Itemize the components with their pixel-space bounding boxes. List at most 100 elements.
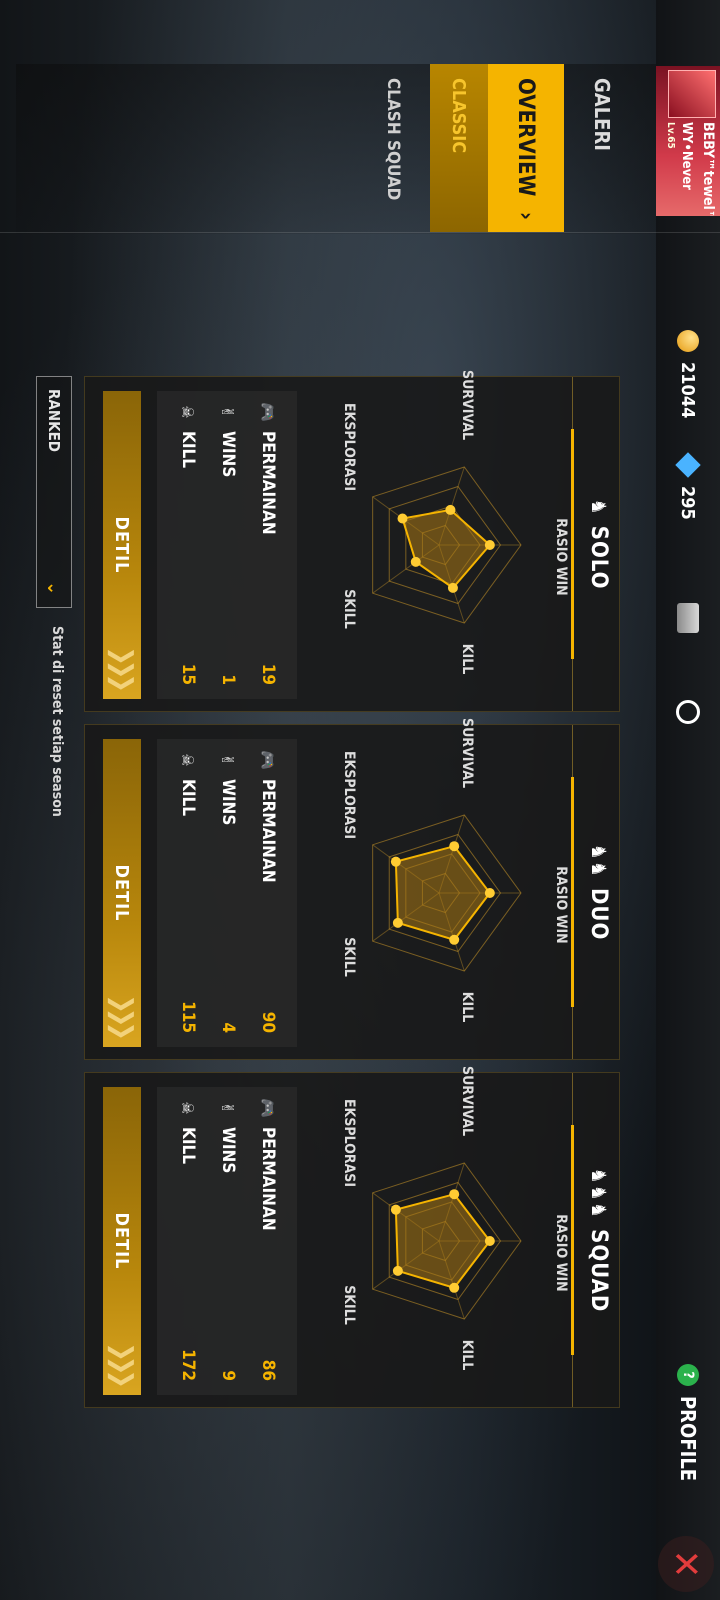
kill-value: 115	[178, 1001, 198, 1033]
radar-label-kill: KILL	[459, 643, 475, 675]
chevron-right-icon: ›	[513, 211, 539, 220]
stats-screen: BEBY™tewel™ WY•Never Lv.65 21044 295 ? P…	[0, 0, 720, 1600]
close-button[interactable]: ✕	[658, 1536, 714, 1592]
nav-classic[interactable]: CLASSIC	[430, 64, 488, 232]
kill-label: KILL	[178, 1127, 198, 1165]
ranked-label: RANKED	[45, 389, 63, 453]
stat-wins: ✌ WINS 9	[211, 1097, 245, 1381]
mode-icon: ♞	[587, 498, 611, 516]
stat-games: 🎮 PERMAINAN 90	[251, 749, 285, 1033]
diamond-counter[interactable]: 295	[656, 452, 720, 576]
player-name: BEBY™tewel™	[700, 122, 716, 216]
profile-title: ? PROFILE	[656, 1364, 720, 1484]
radar-point	[449, 1189, 460, 1200]
radar-label-skill: SKILL	[341, 589, 357, 629]
stat-games: 🎮 PERMAINAN 86	[251, 1097, 285, 1381]
stat-wins: ✌ WINS 4	[211, 749, 245, 1033]
player-banner[interactable]: BEBY™tewel™ WY•Never Lv.65	[656, 66, 720, 216]
card-header: ♞ SOLO	[571, 377, 619, 711]
active-tab-indicator	[571, 1125, 574, 1355]
radar-label-kill: KILL	[459, 991, 475, 1023]
avatar	[668, 70, 716, 118]
radar-point	[449, 841, 460, 852]
radar-point	[484, 888, 495, 898]
stat-kill: ☠ KILL 172	[171, 1097, 205, 1381]
help-icon[interactable]: ?	[677, 1364, 699, 1386]
shield-icon	[676, 700, 700, 724]
stat-games: 🎮 PERMAINAN 19	[251, 401, 285, 685]
detail-button[interactable]: DETIL ❯❯❯	[103, 391, 141, 699]
wins-value: 9	[218, 1370, 238, 1381]
profile-label: PROFILE	[676, 1396, 700, 1482]
detail-label: DETIL	[111, 864, 133, 922]
reset-note: Stat di reset setiap season	[49, 626, 65, 817]
card-icon	[677, 603, 699, 633]
games-value: 90	[258, 1011, 278, 1033]
radar-label-eksplorasi: EKSPLORASI	[341, 750, 357, 840]
radar-label-skill: SKILL	[341, 937, 357, 977]
level-badge: Lv.65	[665, 122, 676, 149]
radar-label-rasio-win: RASIO WIN	[553, 866, 569, 944]
radar-label-survival: SURVIVAL	[459, 370, 475, 440]
radar-point	[449, 1282, 460, 1293]
chevrons-right-icon: ❯❯❯	[107, 994, 137, 1035]
radar-chart	[372, 1162, 522, 1320]
radar-shape	[394, 845, 492, 941]
victory-icon: ✌	[218, 1101, 238, 1115]
radar-shape	[401, 508, 492, 590]
victory-icon: ✌	[218, 753, 238, 767]
mode-title: SQUAD	[586, 1229, 611, 1313]
vault-button[interactable]	[656, 596, 720, 640]
skull-icon: ☠	[178, 405, 198, 419]
nav-galeri[interactable]: GALERI	[576, 64, 628, 232]
detail-button[interactable]: DETIL ❯❯❯	[103, 739, 141, 1047]
radar-point	[390, 856, 401, 867]
stats-panel: 🎮 PERMAINAN 90 ✌ WINS 4 ☠ KILL 115	[157, 739, 297, 1047]
radar-chart	[372, 466, 522, 624]
radar-point	[445, 504, 456, 515]
ranked-dropdown[interactable]: RANKED ⌄	[36, 376, 72, 608]
victory-icon: ✌	[218, 405, 238, 419]
chevron-down-icon: ⌄	[43, 581, 65, 595]
radar-shape	[394, 1193, 492, 1289]
card-header: ♞♞♞ SQUAD	[571, 1073, 619, 1407]
stat-kill: ☠ KILL 15	[171, 401, 205, 685]
mode-card-solo: ♞ SOLO RASIO WIN KILL SKILL EKSPLORASI SURVIV…	[84, 370, 620, 712]
mode-card-duo: ♞♞ DUO RASIO WIN KILL SKILL EKSPLORASI SURVIV…	[84, 718, 620, 1060]
guild-name: WY•Never	[679, 122, 694, 190]
settings-button[interactable]	[656, 692, 720, 732]
stat-wins: ✌ WINS 1	[211, 401, 245, 685]
skull-icon: ☠	[178, 753, 198, 767]
active-tab-indicator	[571, 777, 574, 1007]
detail-label: DETIL	[111, 516, 133, 574]
mode-icon: ♞♞♞	[587, 1167, 611, 1220]
radar-label-eksplorasi: EKSPLORASI	[341, 1098, 357, 1188]
radar-point	[449, 934, 460, 945]
wins-value: 1	[218, 674, 238, 685]
mode-icon: ♞♞	[587, 843, 611, 878]
gamepad-icon: 🎮	[258, 1098, 278, 1118]
radar-label-rasio-win: RASIO WIN	[553, 518, 569, 596]
stat-kill: ☠ KILL 115	[171, 749, 205, 1033]
nav-clash-squad[interactable]: CLASH SQUAD	[364, 64, 422, 232]
nav-overview[interactable]: OVERVIEW ›	[488, 64, 564, 232]
active-tab-indicator	[571, 429, 574, 659]
radar-label-survival: SURVIVAL	[459, 718, 475, 788]
games-value: 19	[258, 663, 278, 685]
skull-icon: ☠	[178, 1101, 198, 1115]
games-label: PERMAINAN	[258, 1127, 278, 1231]
detail-button[interactable]: DETIL ❯❯❯	[103, 1087, 141, 1395]
card-header: ♞♞ DUO	[571, 725, 619, 1059]
gamepad-icon: 🎮	[258, 750, 278, 770]
divider	[0, 232, 720, 233]
gamepad-icon: 🎮	[258, 402, 278, 422]
wins-value: 4	[218, 1022, 238, 1033]
radar-label-rasio-win: RASIO WIN	[553, 1214, 569, 1292]
kill-label: KILL	[178, 431, 198, 469]
stats-panel: 🎮 PERMAINAN 19 ✌ WINS 1 ☠ KILL 15	[157, 391, 297, 699]
chevrons-right-icon: ❯❯❯	[107, 1342, 137, 1383]
kill-value: 15	[178, 663, 198, 685]
gold-counter: 21044	[656, 330, 720, 470]
nav-clash-squad-label: CLASH SQUAD	[383, 78, 403, 201]
radar-point	[392, 1265, 403, 1276]
